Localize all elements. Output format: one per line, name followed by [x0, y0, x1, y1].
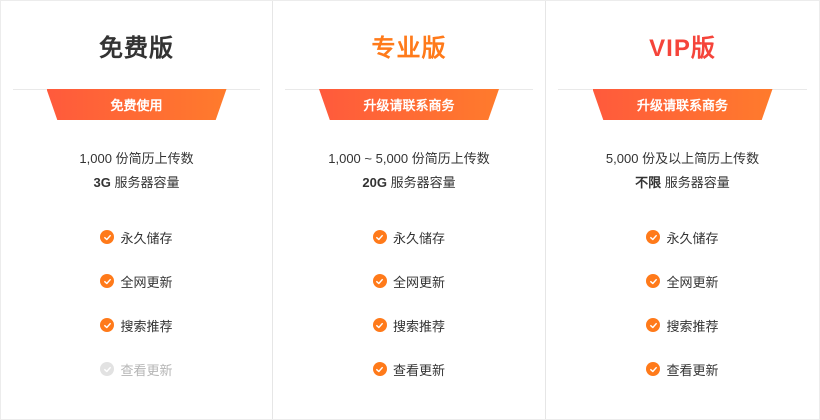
feature-item: 搜索推荐 — [1, 303, 272, 347]
feature-label: 全网更新 — [666, 274, 719, 290]
storage-amount: 20G — [362, 175, 387, 190]
feature-item: 永久储存 — [273, 215, 545, 259]
feature-label: 全网更新 — [120, 274, 173, 290]
check-circle-icon — [372, 274, 387, 288]
check-circle-icon — [100, 274, 115, 288]
feature-label: 搜索推荐 — [120, 318, 173, 334]
resume-quota-text: 1,000 ~ 5,000 份简历上传数 — [328, 151, 490, 166]
check-circle-icon — [646, 274, 661, 288]
plan-title: 免费版 — [99, 35, 174, 62]
feature-item: 永久储存 — [1, 215, 272, 259]
feature-item: 搜索推荐 — [273, 303, 545, 347]
check-circle-icon — [646, 318, 661, 332]
feature-item: 查看更新 — [273, 347, 545, 391]
contact-sales-button[interactable]: 升级请联系商务 — [319, 89, 499, 120]
storage-amount: 3G — [93, 175, 111, 190]
feature-item: 搜索推荐 — [546, 303, 819, 347]
feature-list: 永久储存 全网更新 搜索推荐 查看更新 — [546, 215, 819, 391]
feature-list: 永久储存 全网更新 搜索推荐 查看更新 — [273, 215, 545, 391]
free-use-button[interactable]: 免费使用 — [46, 89, 227, 120]
check-circle-icon — [372, 362, 387, 376]
plan-card-vip: VIP版 升级请联系商务 5,000 份及以上简历上传数 不限 服务器容量 永久… — [546, 1, 820, 419]
feature-item: 全网更新 — [1, 259, 272, 303]
feature-item-disabled: 查看更新 — [1, 347, 272, 391]
feature-label: 查看更新 — [666, 362, 719, 378]
storage-label: 服务器容量 — [110, 175, 180, 190]
contact-sales-button[interactable]: 升级请联系商务 — [592, 89, 773, 120]
feature-label: 搜索推荐 — [392, 318, 445, 334]
plan-card-pro: 专业版 升级请联系商务 1,000 ~ 5,000 份简历上传数 20G 服务器… — [273, 1, 546, 419]
feature-item: 全网更新 — [546, 259, 819, 303]
feature-item: 查看更新 — [546, 347, 819, 391]
resume-quota-text: 1,000 份简历上传数 — [79, 151, 194, 166]
storage-quota: 20G 服务器容量 — [273, 171, 545, 195]
pricing-plans: 免费版 免费使用 1,000 份简历上传数 3G 服务器容量 永久储存 全网更新… — [0, 0, 820, 420]
feature-label: 永久储存 — [666, 230, 719, 246]
feature-label: 永久储存 — [392, 230, 445, 246]
storage-amount: 不限 — [635, 175, 662, 190]
plan-card-free: 免费版 免费使用 1,000 份简历上传数 3G 服务器容量 永久储存 全网更新… — [0, 1, 273, 419]
plan-title: VIP版 — [649, 35, 716, 62]
feature-label: 查看更新 — [392, 362, 445, 378]
feature-item: 永久储存 — [546, 215, 819, 259]
feature-list: 永久储存 全网更新 搜索推荐 查看更新 — [1, 215, 272, 391]
storage-quota: 不限 服务器容量 — [546, 171, 819, 195]
feature-label: 全网更新 — [392, 274, 445, 290]
feature-label: 查看更新 — [120, 362, 173, 378]
check-circle-icon — [372, 318, 387, 332]
check-circle-icon — [372, 230, 387, 244]
check-circle-disabled-icon — [100, 362, 115, 376]
feature-label: 搜索推荐 — [666, 318, 719, 334]
feature-item: 全网更新 — [273, 259, 545, 303]
check-circle-icon — [646, 230, 661, 244]
plan-quota: 1,000 ~ 5,000 份简历上传数 20G 服务器容量 — [273, 147, 545, 195]
storage-label: 服务器容量 — [661, 175, 730, 190]
feature-label: 永久储存 — [120, 230, 173, 246]
storage-quota: 3G 服务器容量 — [1, 171, 272, 195]
plan-quota: 1,000 份简历上传数 3G 服务器容量 — [1, 147, 272, 195]
storage-label: 服务器容量 — [386, 175, 456, 190]
resume-quota-text: 5,000 份及以上简历上传数 — [605, 151, 760, 166]
plan-quota: 5,000 份及以上简历上传数 不限 服务器容量 — [546, 147, 819, 195]
plan-title: 专业版 — [371, 35, 447, 62]
check-circle-icon — [100, 318, 115, 332]
check-circle-icon — [646, 362, 661, 376]
check-circle-icon — [100, 230, 115, 244]
